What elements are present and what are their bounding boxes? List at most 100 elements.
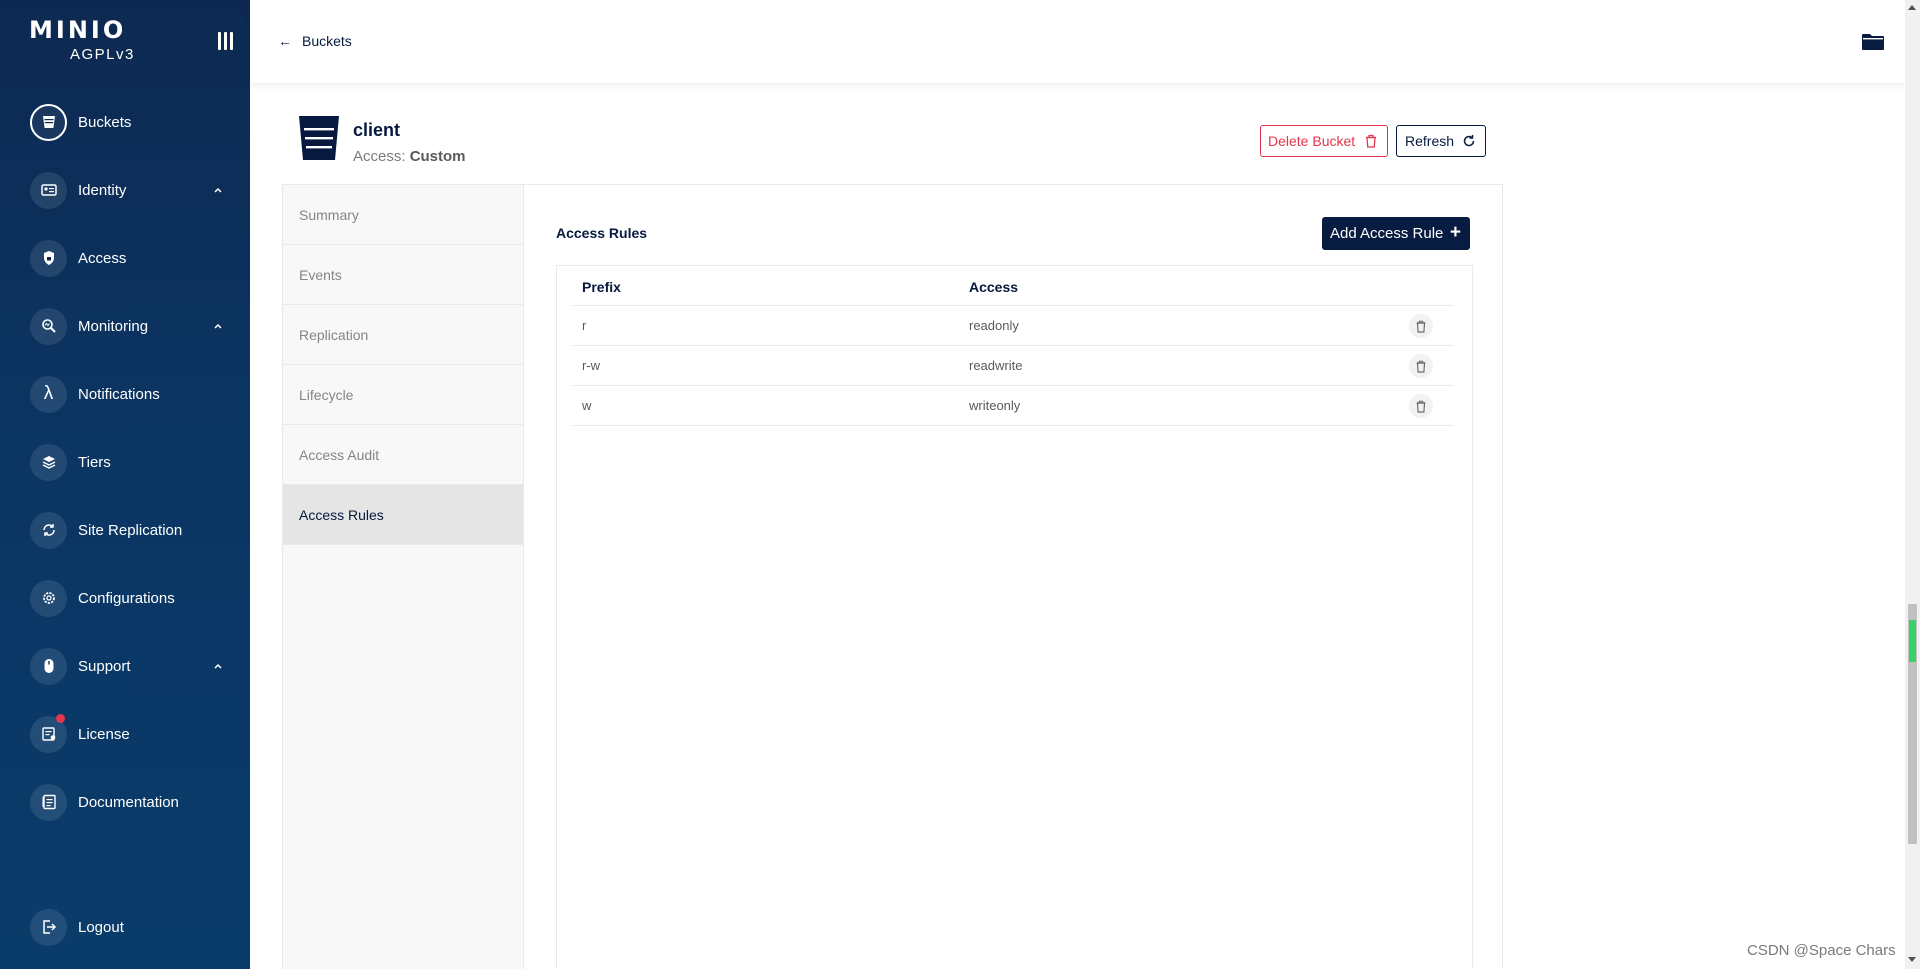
bucket-icon (299, 116, 339, 160)
plus-icon: + (1449, 222, 1461, 243)
sidebar-item-monitoring[interactable]: Monitoring (0, 298, 250, 354)
sync-icon (30, 511, 67, 549)
scroll-up-arrow[interactable] (1908, 5, 1916, 10)
sidebar-item-support[interactable]: Support (0, 638, 250, 694)
access-value: Custom (409, 148, 466, 165)
sidebar-item-label: Support (78, 657, 131, 675)
sidebar-item-label: Configurations (78, 589, 175, 607)
sidebar-item-documentation[interactable]: Documentation (0, 774, 250, 830)
sidebar-item-access[interactable]: Access (0, 230, 250, 286)
license-type: AGPLv3 (70, 46, 135, 63)
back-to-buckets-link[interactable]: ← Buckets (278, 33, 352, 49)
sidebar: MINIO AGPLv3 Buckets Identity Access Mon… (0, 0, 250, 969)
tab-label: Summary (299, 207, 359, 223)
sidebar-item-buckets[interactable]: Buckets (0, 94, 250, 150)
sidebar-item-label: Monitoring (78, 317, 149, 335)
column-header-access: Access (969, 279, 1019, 295)
tab-lifecycle[interactable]: Lifecycle (283, 365, 523, 425)
notification-badge (56, 714, 65, 723)
delete-bucket-label: Delete Bucket (1268, 133, 1356, 149)
chevron-up-icon (214, 187, 222, 193)
tab-label: Lifecycle (299, 387, 354, 403)
tab-label: Access Audit (299, 447, 380, 463)
bucket-details-panel: Summary Events Replication Lifecycle Acc… (282, 184, 1503, 969)
tab-label: Events (299, 267, 342, 283)
cell-access: writeonly (969, 398, 1021, 413)
sidebar-item-label: Notifications (78, 385, 160, 403)
table-row[interactable]: r-w readwrite (573, 346, 1453, 386)
minio-logo: MINIO AGPLv3 (29, 16, 133, 63)
layers-icon (30, 443, 67, 481)
tab-label: Access Rules (299, 507, 384, 523)
table-header: Prefix Access (573, 266, 1453, 306)
delete-rule-button[interactable] (1409, 354, 1433, 378)
logout-icon (30, 908, 67, 946)
sidebar-item-license[interactable]: License (0, 706, 250, 762)
trash-icon (1416, 360, 1426, 373)
tab-access-rules[interactable]: Access Rules (283, 485, 523, 545)
document-icon (30, 783, 67, 821)
logo-text: MINIO (29, 16, 127, 44)
bucket-name: client (353, 120, 401, 140)
access-rules-title: Access Rules (556, 225, 648, 241)
sidebar-item-label: Site Replication (78, 521, 183, 539)
add-access-rule-label: Add Access Rule (1330, 225, 1444, 242)
sidebar-item-label: Documentation (78, 793, 179, 811)
sidebar-item-tiers[interactable]: Tiers (0, 434, 250, 490)
chevron-up-icon (214, 663, 222, 669)
sidebar-item-identity[interactable]: Identity (0, 162, 250, 218)
delete-rule-button[interactable] (1409, 394, 1433, 418)
sidebar-item-logout[interactable]: Logout (0, 899, 250, 955)
cell-access: readonly (969, 318, 1019, 333)
table-row[interactable]: r readonly (573, 306, 1453, 346)
lock-shield-icon (30, 239, 67, 277)
trash-icon (1366, 134, 1376, 148)
bucket-access-policy: Access: Custom (353, 148, 466, 165)
top-bar: ← Buckets (250, 0, 1905, 83)
tab-summary[interactable]: Summary (283, 185, 523, 245)
cell-prefix: w (582, 398, 592, 413)
cell-prefix: r-w (582, 358, 601, 373)
sidebar-item-label: Logout (78, 918, 124, 936)
access-rules-table: Prefix Access r readonly r-w readwrite w… (556, 265, 1473, 969)
magnifier-chart-icon (30, 307, 67, 345)
sidebar-item-label: Buckets (78, 113, 132, 131)
add-access-rule-button[interactable]: Add Access Rule + (1322, 217, 1470, 250)
folder-icon[interactable] (1861, 32, 1885, 52)
access-label: Access: (353, 148, 406, 165)
refresh-button[interactable]: Refresh (1396, 125, 1486, 157)
watermark: CSDN @Space Chars (1747, 942, 1896, 959)
bucket-icon (30, 103, 67, 141)
tab-replication[interactable]: Replication (283, 305, 523, 365)
gear-icon (30, 579, 67, 617)
sidebar-item-label: Access (78, 249, 127, 267)
trash-icon (1416, 320, 1426, 333)
table-row[interactable]: w writeonly (573, 386, 1453, 426)
scroll-down-arrow[interactable] (1908, 957, 1916, 962)
tab-access-audit[interactable]: Access Audit (283, 425, 523, 485)
tab-label: Replication (299, 327, 369, 343)
page-scrollbar[interactable] (1905, 0, 1920, 969)
collapse-menu-button[interactable] (216, 32, 236, 52)
refresh-icon (1463, 135, 1475, 147)
sidebar-item-label: Identity (78, 181, 127, 199)
scrollbar-thumb[interactable] (1908, 604, 1917, 844)
sidebar-item-site-replication[interactable]: Site Replication (0, 502, 250, 558)
bucket-tabs: Summary Events Replication Lifecycle Acc… (283, 185, 524, 969)
cell-prefix: r (582, 318, 587, 333)
mouse-icon (30, 647, 67, 685)
sidebar-item-label: Tiers (78, 453, 111, 471)
back-link-label: Buckets (302, 33, 352, 49)
tab-events[interactable]: Events (283, 245, 523, 305)
column-header-prefix: Prefix (582, 279, 621, 295)
sidebar-item-configurations[interactable]: Configurations (0, 570, 250, 626)
sidebar-item-notifications[interactable]: λ Notifications (0, 366, 250, 422)
trash-icon (1416, 400, 1426, 413)
sidebar-item-label: License (78, 725, 130, 743)
identity-card-icon (30, 171, 67, 209)
delete-rule-button[interactable] (1409, 314, 1433, 338)
refresh-label: Refresh (1405, 133, 1455, 149)
delete-bucket-button[interactable]: Delete Bucket (1260, 125, 1388, 157)
back-arrow-icon: ← (278, 33, 292, 49)
lambda-icon: λ (30, 375, 67, 413)
